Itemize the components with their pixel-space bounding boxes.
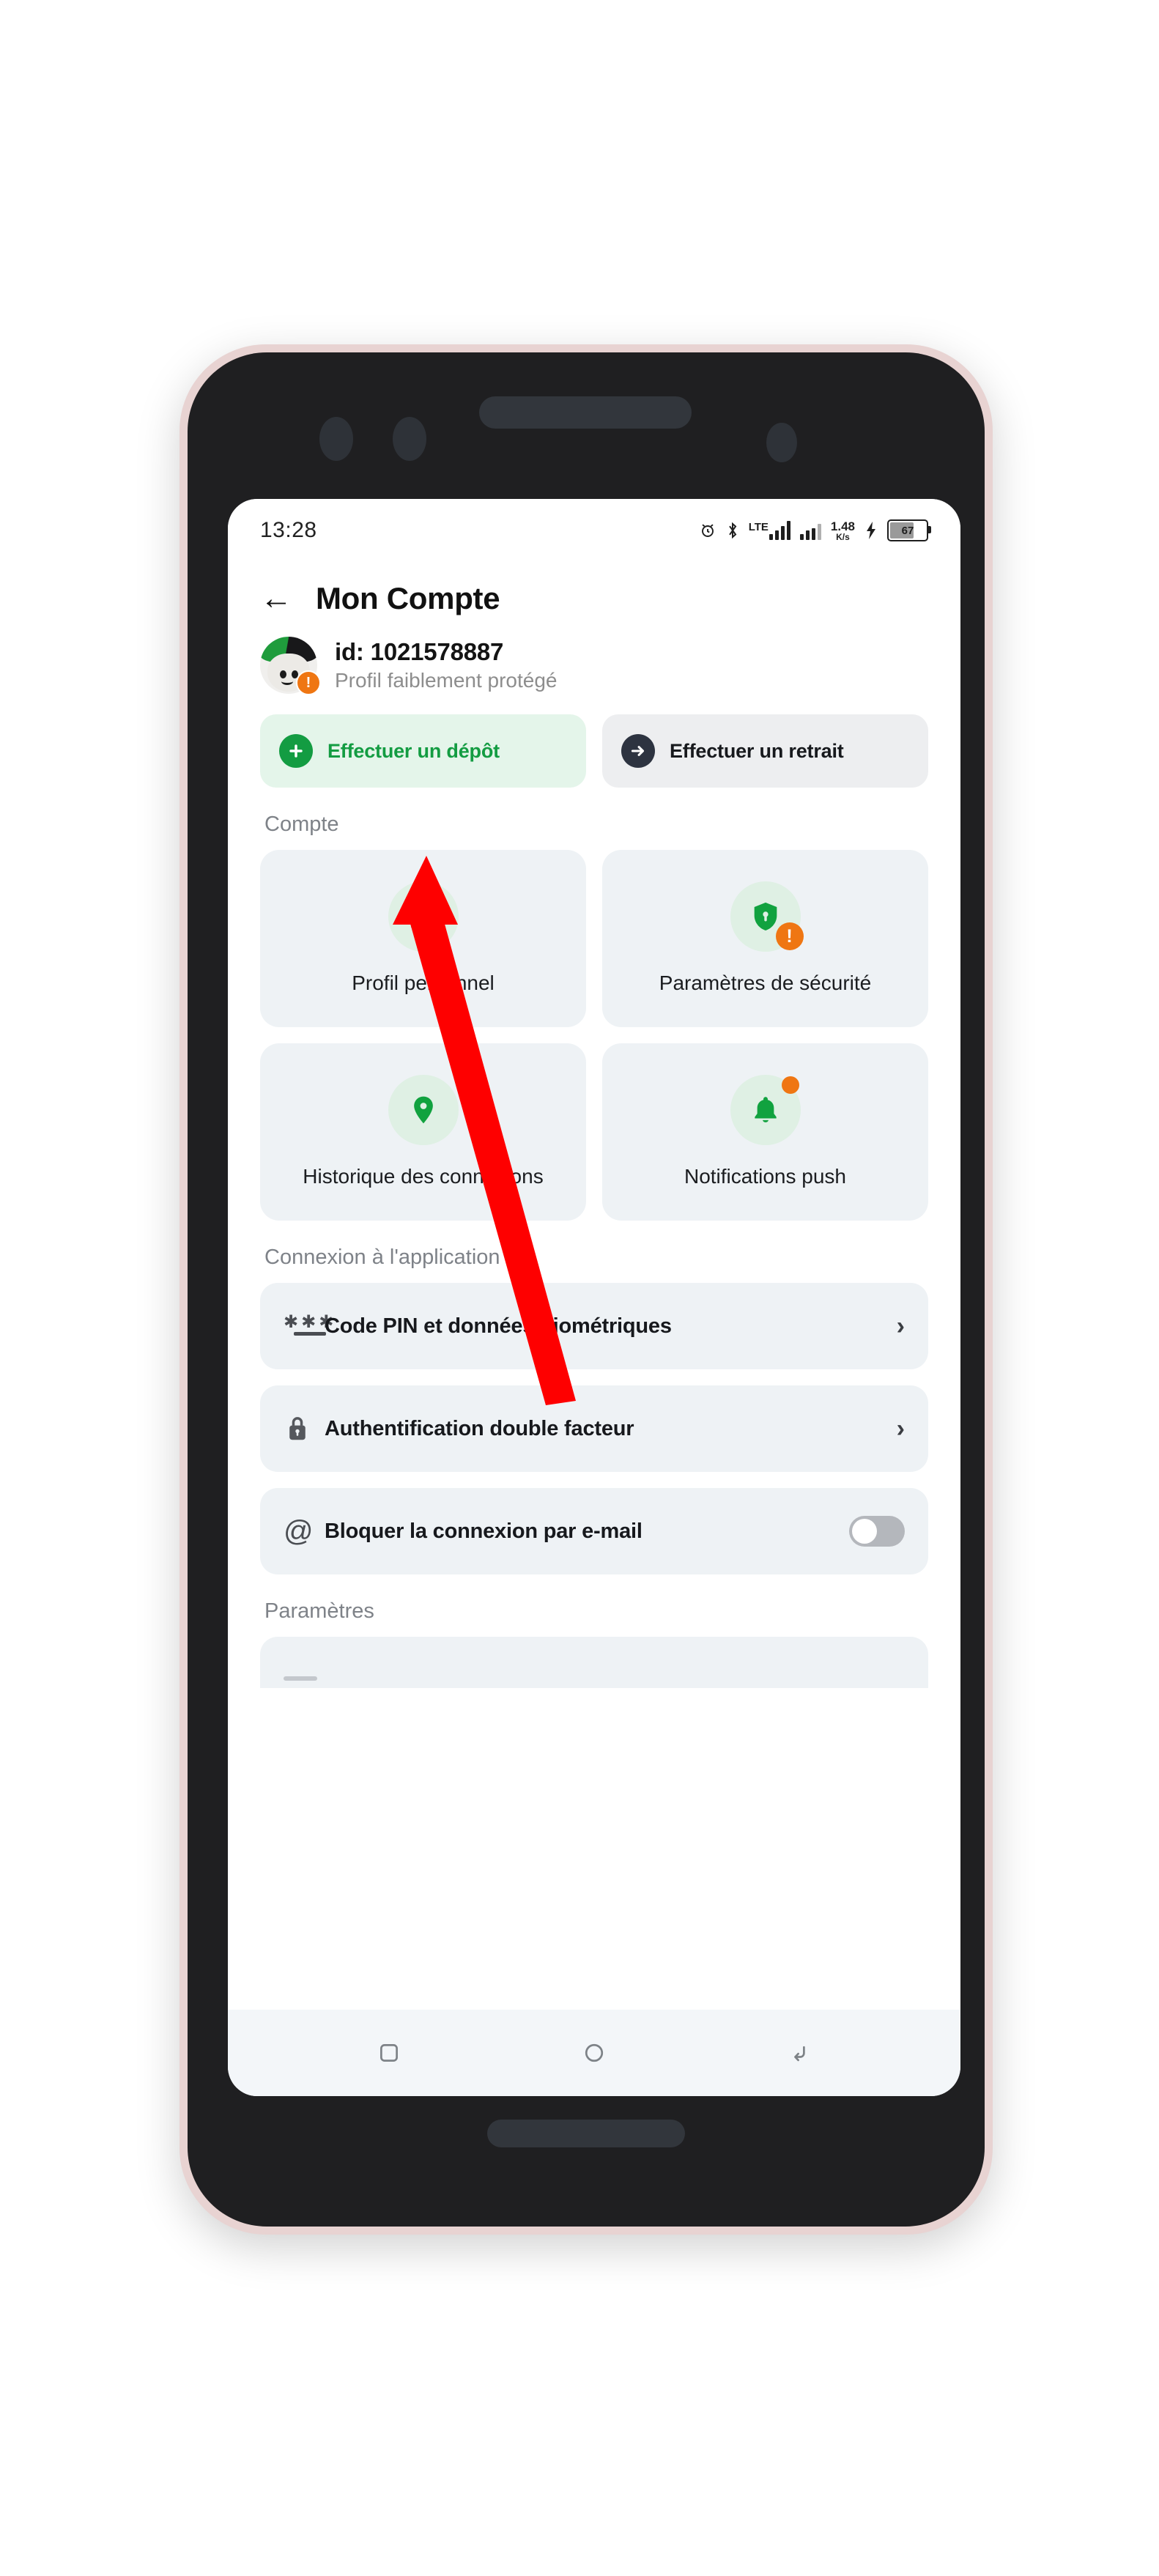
account-id: id: 1021578887 (335, 638, 504, 665)
page-title: Mon Compte (316, 581, 500, 615)
pin-underline (294, 1331, 327, 1336)
location-pin-icon (388, 1075, 459, 1146)
alarm-icon (699, 522, 716, 539)
warning-badge-icon: ! (775, 922, 804, 951)
tile-icon-wrap (388, 1075, 459, 1146)
charging-bolt-icon (864, 521, 878, 540)
phone-device: 13:28 LTE 1.48 K/s 67 ← Mon Compte ! id:… (179, 344, 993, 2235)
row-double-facteur[interactable]: Authentification double facteur › (260, 1385, 928, 1472)
android-nav-bar (228, 2010, 960, 2096)
signal-icon (799, 521, 821, 540)
chevron-right-icon: › (896, 1415, 905, 1443)
tile-historique-connexions[interactable]: Historique des connexions (260, 1043, 586, 1221)
row-label: Code PIN et données biométriques (325, 1314, 672, 1338)
at-glyph: @ (284, 1515, 314, 1547)
avatar[interactable]: ! (260, 637, 321, 695)
battery-percent: 67 (901, 524, 914, 537)
section-header-compte: Compte (264, 813, 339, 836)
withdraw-label: Effectuer un retrait (670, 739, 844, 762)
network-speed-indicator: 1.48 K/s (831, 520, 855, 541)
avatar-smile (281, 677, 294, 685)
lock-icon (284, 1413, 325, 1444)
profile-status: Profil faiblement protégé (335, 669, 558, 692)
email-block-toggle[interactable] (849, 1516, 905, 1547)
tile-icon-wrap (388, 881, 459, 952)
status-bar: 13:28 LTE 1.48 K/s 67 (228, 499, 960, 562)
person-edit-icon (388, 881, 459, 952)
tile-label: Profil personnel (352, 971, 495, 995)
warning-badge-icon: ! (296, 670, 321, 695)
phone-body: 13:28 LTE 1.48 K/s 67 ← Mon Compte ! id:… (188, 352, 985, 2227)
account-identity: ! id: 1021578887 Profil faiblement proté… (228, 626, 960, 700)
tile-icon-wrap: ! (730, 881, 804, 952)
tile-notifications-push[interactable]: Notifications push (602, 1043, 928, 1221)
arrow-right-circle-icon (621, 734, 655, 768)
plus-circle-icon (279, 734, 313, 768)
tile-label: Paramètres de sécurité (659, 971, 872, 995)
toggle-knob (852, 1519, 877, 1544)
network-speed-unit: K/s (836, 531, 850, 542)
action-buttons: Effectuer un dépôt Effectuer un retrait (260, 714, 928, 788)
pin-stars-icon: ✱✱✱ (284, 1314, 333, 1336)
back-arrow-icon[interactable]: ← (260, 582, 292, 615)
bluetooth-icon (726, 521, 739, 540)
tile-icon-wrap (730, 1075, 801, 1146)
status-time: 13:28 (260, 518, 317, 542)
tile-parametres-securite[interactable]: ! Paramètres de sécurité (602, 850, 928, 1027)
withdraw-button[interactable]: Effectuer un retrait (602, 714, 928, 788)
front-camera-icon (319, 417, 353, 461)
earpiece-speaker (479, 396, 692, 429)
back-nav-icon[interactable] (787, 2040, 812, 2065)
light-sensor-icon (766, 423, 797, 462)
network-speed-value: 1.48 (830, 519, 855, 533)
square-recents-icon[interactable] (377, 2040, 401, 2065)
row-label: Bloquer la connexion par e-mail (325, 1519, 643, 1543)
tile-row-1: Profil personnel ! Paramètres de sécurit… (260, 850, 928, 1027)
status-bar-icons: LTE 1.48 K/s 67 (699, 519, 931, 541)
deposit-button[interactable]: Effectuer un dépôt (260, 714, 586, 788)
chevron-right-icon: › (896, 1312, 905, 1340)
app-header: ← Mon Compte (228, 562, 960, 626)
settings-partial-card[interactable] (260, 1637, 928, 1688)
bottom-speaker-grille (487, 2120, 685, 2147)
phone-screen: 13:28 LTE 1.48 K/s 67 ← Mon Compte ! id:… (228, 499, 960, 2096)
screen-content: Effectuer un dépôt Effectuer un retrait … (228, 700, 960, 2010)
placeholder-line (284, 1676, 317, 1681)
lte-label: LTE (748, 521, 769, 533)
notification-dot-icon (781, 1076, 799, 1095)
row-code-pin[interactable]: ✱✱✱ Code PIN et données biométriques › (260, 1283, 928, 1369)
row-label: Authentification double facteur (325, 1416, 634, 1440)
identity-text: id: 1021578887 Profil faiblement protégé (335, 638, 558, 692)
circle-home-icon[interactable] (582, 2040, 607, 2065)
battery-icon: 67 (887, 519, 931, 541)
tile-profil-personnel[interactable]: Profil personnel (260, 850, 586, 1027)
tile-label: Notifications push (684, 1165, 846, 1188)
section-header-connexion: Connexion à l'application (264, 1246, 500, 1269)
deposit-label: Effectuer un dépôt (327, 739, 500, 762)
lte-signal-icon: LTE (749, 521, 790, 540)
proximity-sensor-icon (393, 417, 426, 461)
tile-label: Historique des connexions (303, 1165, 544, 1188)
row-bloquer-email[interactable]: @ Bloquer la connexion par e-mail (260, 1488, 928, 1574)
at-sign-icon: @ (284, 1517, 325, 1546)
tile-row-2: Historique des connexions Notifications … (260, 1043, 928, 1221)
section-header-parametres: Paramètres (264, 1599, 374, 1623)
